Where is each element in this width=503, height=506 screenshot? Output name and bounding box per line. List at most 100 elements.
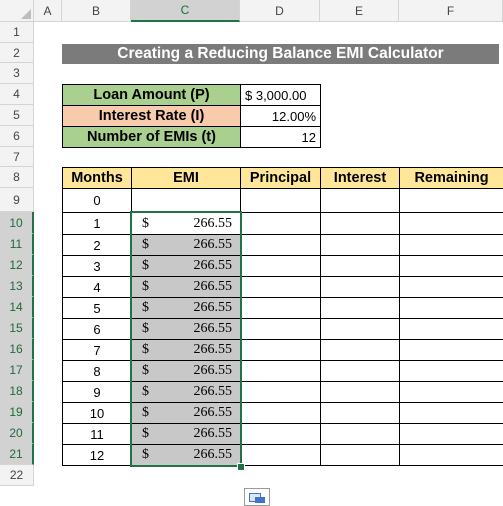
row-header-2[interactable]: 2 [0,43,34,63]
remaining-cell[interactable] [399,276,503,298]
row-header-12[interactable]: 12 [0,255,34,276]
row-header-20[interactable]: 20 [0,423,34,444]
column-header-c[interactable]: C [131,0,240,22]
quick-analysis-button[interactable] [244,488,270,506]
interest-cell[interactable] [320,255,400,277]
remaining-cell[interactable] [399,339,503,361]
remaining-cell[interactable] [399,318,503,340]
interest-cell[interactable] [320,402,400,424]
principal-cell[interactable] [240,444,321,466]
fill-handle[interactable] [237,463,245,471]
remaining-cell[interactable] [399,402,503,424]
remaining-cell[interactable] [399,212,503,235]
row-header-13[interactable]: 13 [0,276,34,297]
principal-cell[interactable] [240,276,321,298]
principal-cell[interactable] [240,297,321,319]
month-cell[interactable]: 12 [62,444,132,466]
row-header-5[interactable]: 5 [0,105,34,126]
interest-cell[interactable] [320,188,400,213]
row-header-14[interactable]: 14 [0,297,34,318]
remaining-cell[interactable] [399,255,503,277]
input-value-rate[interactable]: 12.00% [240,105,321,127]
emi-cell[interactable]: $266.55 [131,381,241,403]
remaining-cell[interactable] [399,188,503,213]
column-header-f[interactable]: F [399,0,503,22]
select-all-corner[interactable] [0,0,34,22]
remaining-cell[interactable] [399,297,503,319]
row-header-10[interactable]: 10 [0,212,34,234]
emi-cell[interactable]: $266.55 [131,234,241,256]
remaining-cell[interactable] [399,423,503,445]
column-header-e[interactable]: E [320,0,399,22]
remaining-cell[interactable] [399,360,503,382]
remaining-cell[interactable] [399,444,503,466]
month-cell[interactable]: 5 [62,297,132,319]
row-header-8[interactable]: 8 [0,167,34,188]
month-cell[interactable]: 4 [62,276,132,298]
interest-cell[interactable] [320,360,400,382]
remaining-cell[interactable] [399,381,503,403]
emi-cell[interactable]: $266.55 [131,339,241,361]
emi-cell[interactable]: $266.55 [131,444,241,466]
month-cell[interactable]: 11 [62,423,132,445]
emi-cell[interactable]: $266.55 [131,212,241,235]
sheet-title[interactable]: Creating a Reducing Balance EMI Calculat… [62,43,499,64]
month-cell[interactable]: 6 [62,318,132,340]
table-header-months[interactable]: Months [62,167,132,189]
month-cell[interactable]: 3 [62,255,132,277]
row-header-16[interactable]: 16 [0,339,34,360]
emi-cell[interactable] [131,188,241,213]
column-header-d[interactable]: D [240,0,320,22]
table-header-interest[interactable]: Interest [320,167,400,189]
emi-cell[interactable]: $266.55 [131,276,241,298]
interest-cell[interactable] [320,318,400,340]
column-header-a[interactable]: A [34,0,62,22]
principal-cell[interactable] [240,255,321,277]
interest-cell[interactable] [320,381,400,403]
table-header-remaining[interactable]: Remaining [399,167,503,189]
remaining-cell[interactable] [399,234,503,256]
month-cell[interactable]: 0 [62,188,132,213]
emi-cell[interactable]: $266.55 [131,402,241,424]
month-cell[interactable]: 1 [62,212,132,235]
interest-cell[interactable] [320,339,400,361]
row-header-11[interactable]: 11 [0,234,34,255]
emi-cell[interactable]: $266.55 [131,423,241,445]
table-header-principal[interactable]: Principal [240,167,321,189]
column-header-b[interactable]: B [62,0,131,22]
row-header-1[interactable]: 1 [0,22,34,43]
input-value-emis[interactable]: 12 [240,126,321,148]
month-cell[interactable]: 8 [62,360,132,382]
row-header-18[interactable]: 18 [0,381,34,402]
row-header-4[interactable]: 4 [0,84,34,105]
row-header-6[interactable]: 6 [0,126,34,147]
principal-cell[interactable] [240,188,321,213]
row-header-15[interactable]: 15 [0,318,34,339]
interest-cell[interactable] [320,297,400,319]
principal-cell[interactable] [240,339,321,361]
month-cell[interactable]: 9 [62,381,132,403]
input-value-loan[interactable]: $ 3,000.00 [240,84,321,106]
interest-cell[interactable] [320,423,400,445]
input-label-rate[interactable]: Interest Rate (I) [62,105,241,127]
interest-cell[interactable] [320,212,400,235]
principal-cell[interactable] [240,360,321,382]
month-cell[interactable]: 7 [62,339,132,361]
row-header-3[interactable]: 3 [0,63,34,84]
input-label-emis[interactable]: Number of EMIs (t) [62,126,241,148]
emi-cell[interactable]: $266.55 [131,297,241,319]
interest-cell[interactable] [320,276,400,298]
row-header-9[interactable]: 9 [0,188,34,212]
principal-cell[interactable] [240,423,321,445]
input-label-loan[interactable]: Loan Amount (P) [62,84,241,106]
principal-cell[interactable] [240,234,321,256]
month-cell[interactable]: 2 [62,234,132,256]
table-header-emi[interactable]: EMI [131,167,241,189]
month-cell[interactable]: 10 [62,402,132,424]
principal-cell[interactable] [240,402,321,424]
interest-cell[interactable] [320,444,400,466]
principal-cell[interactable] [240,212,321,235]
emi-cell[interactable]: $266.55 [131,360,241,382]
row-header-22[interactable]: 22 [0,465,34,486]
emi-cell[interactable]: $266.55 [131,255,241,277]
